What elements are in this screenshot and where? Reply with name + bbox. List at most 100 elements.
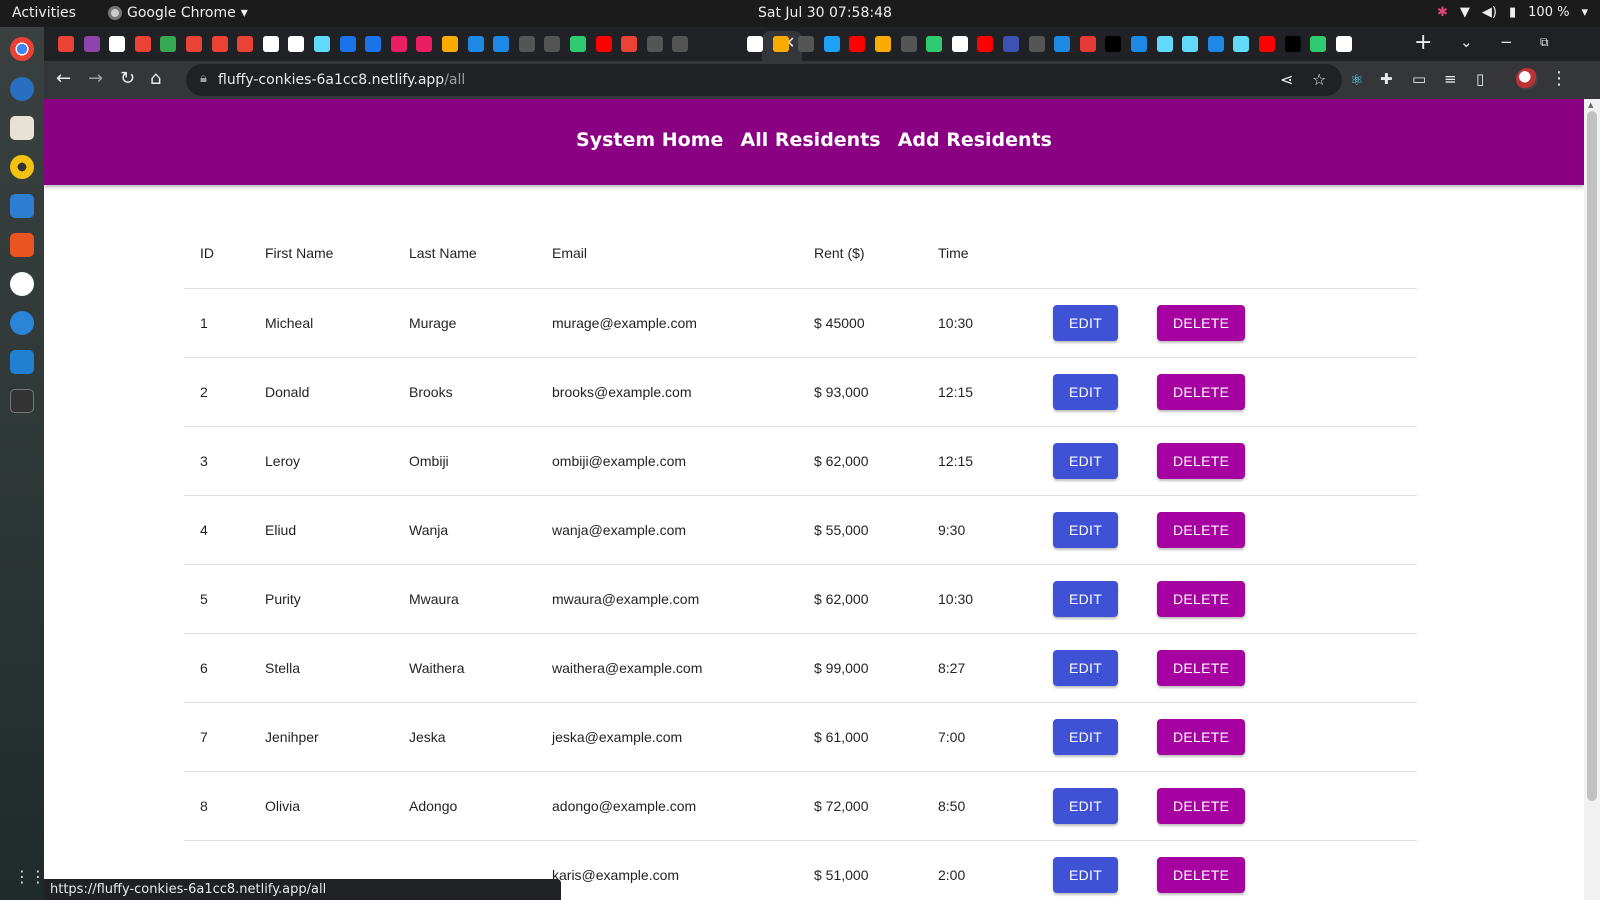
- edit-button[interactable]: EDIT: [1053, 304, 1119, 341]
- page-scrollbar[interactable]: ▲: [1584, 99, 1600, 900]
- tab-favicon-icon[interactable]: [747, 36, 763, 52]
- tab-favicon-icon[interactable]: [1284, 36, 1301, 52]
- tab-favicon-icon[interactable]: [1259, 36, 1275, 52]
- tab-favicon-icon[interactable]: [798, 36, 815, 52]
- tab-search-icon[interactable]: ⌄: [1460, 33, 1473, 51]
- restore-icon[interactable]: ⧉: [1540, 35, 1549, 50]
- tab-favicon-icon[interactable]: [416, 36, 433, 52]
- slack-tray-icon[interactable]: ✱: [1437, 5, 1448, 20]
- side-panel-icon[interactable]: ▯: [1476, 70, 1484, 88]
- delete-button[interactable]: DELETE: [1157, 442, 1246, 479]
- tab-favicon-icon[interactable]: [467, 36, 484, 52]
- tab-favicon-icon[interactable]: [134, 36, 151, 52]
- tab-favicon-icon[interactable]: [1105, 36, 1122, 52]
- profile-avatar[interactable]: [1516, 68, 1538, 90]
- edit-button[interactable]: EDIT: [1053, 787, 1119, 824]
- clock[interactable]: Sat Jul 30 07:58:48: [758, 5, 892, 21]
- terminal-dock-icon[interactable]: [10, 389, 34, 413]
- tab-favicon-icon[interactable]: [288, 36, 305, 52]
- scroll-up-arrow-icon[interactable]: ▲: [1588, 101, 1593, 109]
- tab-favicon-icon[interactable]: [365, 36, 382, 52]
- system-tray[interactable]: ✱ ▼ ◀) ▮ 100 % ▾: [1437, 5, 1588, 20]
- tab-favicon-icon[interactable]: [1156, 36, 1173, 52]
- nav-all-residents[interactable]: All Residents: [741, 129, 881, 151]
- tab-favicon-icon[interactable]: [595, 36, 612, 52]
- tab-favicon-icon[interactable]: [1207, 36, 1224, 52]
- reading-list-icon[interactable]: ≡: [1444, 70, 1457, 88]
- tab-favicon-icon[interactable]: [493, 36, 510, 52]
- tab-favicon-icon[interactable]: [823, 36, 840, 52]
- tab-favicon-icon[interactable]: [1131, 36, 1147, 52]
- tab-favicon-icon[interactable]: [977, 36, 994, 52]
- scrollbar-thumb[interactable]: [1587, 111, 1597, 801]
- edit-button[interactable]: EDIT: [1053, 580, 1119, 617]
- delete-button[interactable]: DELETE: [1157, 718, 1246, 755]
- tab-favicon-icon[interactable]: [1182, 36, 1199, 52]
- slack-dock-icon[interactable]: [10, 272, 34, 296]
- tab-favicon-icon[interactable]: [1233, 36, 1250, 52]
- tab-favicon-icon[interactable]: [83, 36, 100, 52]
- tab-favicon-icon[interactable]: [390, 36, 407, 52]
- share-icon[interactable]: ⋖: [1280, 70, 1293, 89]
- bookmark-star-icon[interactable]: ☆: [1312, 70, 1326, 89]
- edit-button[interactable]: EDIT: [1053, 649, 1119, 686]
- delete-button[interactable]: DELETE: [1157, 304, 1246, 341]
- new-tab-button[interactable]: +: [1414, 30, 1432, 55]
- delete-button[interactable]: DELETE: [1157, 511, 1246, 548]
- tab-favicon-icon[interactable]: [1310, 36, 1327, 52]
- tab-favicon-icon[interactable]: [772, 36, 789, 52]
- edit-button[interactable]: EDIT: [1053, 718, 1119, 755]
- tab-favicon-icon[interactable]: [314, 36, 330, 52]
- tab-favicon-icon[interactable]: [875, 36, 891, 52]
- tab-favicon-icon[interactable]: [262, 36, 279, 52]
- tab-favicon-icon[interactable]: [442, 36, 458, 52]
- edit-button[interactable]: EDIT: [1053, 373, 1119, 410]
- tab-favicon-icon[interactable]: [544, 36, 561, 52]
- minimize-icon[interactable]: −: [1500, 33, 1513, 51]
- tab-favicon-icon[interactable]: [1335, 36, 1352, 52]
- edit-button[interactable]: EDIT: [1053, 856, 1119, 893]
- software-dock-icon[interactable]: [10, 233, 34, 257]
- tab-favicon-icon[interactable]: [1003, 36, 1019, 52]
- rhythmbox-dock-icon[interactable]: [10, 155, 34, 179]
- edit-button[interactable]: EDIT: [1053, 442, 1119, 479]
- url-text[interactable]: fluffy-conkies-6a1cc8.netlify.app/all: [218, 72, 465, 88]
- delete-button[interactable]: DELETE: [1157, 580, 1246, 617]
- edit-button[interactable]: EDIT: [1053, 511, 1119, 548]
- nav-system-home[interactable]: System Home: [576, 129, 723, 151]
- lock-icon[interactable]: 🔒︎: [200, 71, 207, 86]
- react-devtools-icon[interactable]: ⚛: [1350, 71, 1368, 89]
- tab-favicon-icon[interactable]: [58, 36, 74, 52]
- activities-button[interactable]: Activities: [12, 5, 76, 21]
- tab-favicon-icon[interactable]: [646, 36, 663, 52]
- tab-favicon-icon[interactable]: [621, 36, 638, 52]
- home-icon[interactable]: ⌂: [150, 68, 161, 89]
- delete-button[interactable]: DELETE: [1157, 856, 1246, 893]
- extensions-puzzle-icon[interactable]: ✚: [1380, 70, 1393, 88]
- cast-icon[interactable]: ▭: [1412, 70, 1426, 88]
- tab-favicon-icon[interactable]: [672, 36, 689, 52]
- chrome-dock-icon[interactable]: [10, 37, 34, 61]
- tab-favicon-icon[interactable]: [1028, 36, 1045, 52]
- tab-favicon-icon[interactable]: [926, 36, 943, 52]
- forward-arrow-icon[interactable]: →: [88, 68, 103, 89]
- tab-favicon-icon[interactable]: [570, 36, 586, 52]
- files-dock-icon[interactable]: [10, 116, 34, 140]
- delete-button[interactable]: DELETE: [1157, 787, 1246, 824]
- tab-favicon-icon[interactable]: [339, 36, 356, 52]
- tab-favicon-icon[interactable]: [160, 36, 177, 52]
- tab-favicon-icon[interactable]: [1054, 36, 1071, 52]
- reload-icon[interactable]: ↻: [120, 68, 135, 89]
- tab-favicon-icon[interactable]: [518, 36, 535, 52]
- delete-button[interactable]: DELETE: [1157, 373, 1246, 410]
- delete-button[interactable]: DELETE: [1157, 649, 1246, 686]
- chrome-menu-icon[interactable]: ⋮: [1550, 68, 1568, 89]
- help-dock-icon[interactable]: [10, 311, 34, 335]
- tab-favicon-icon[interactable]: [1079, 36, 1096, 52]
- tab-favicon-icon[interactable]: [109, 36, 126, 52]
- address-bar[interactable]: 🔒︎ fluffy-conkies-6a1cc8.netlify.app/all…: [186, 64, 1342, 96]
- tab-favicon-icon[interactable]: [186, 36, 202, 52]
- thunderbird-dock-icon[interactable]: [10, 77, 34, 101]
- tab-favicon-icon[interactable]: [237, 36, 254, 52]
- tab-favicon-icon[interactable]: [900, 36, 917, 52]
